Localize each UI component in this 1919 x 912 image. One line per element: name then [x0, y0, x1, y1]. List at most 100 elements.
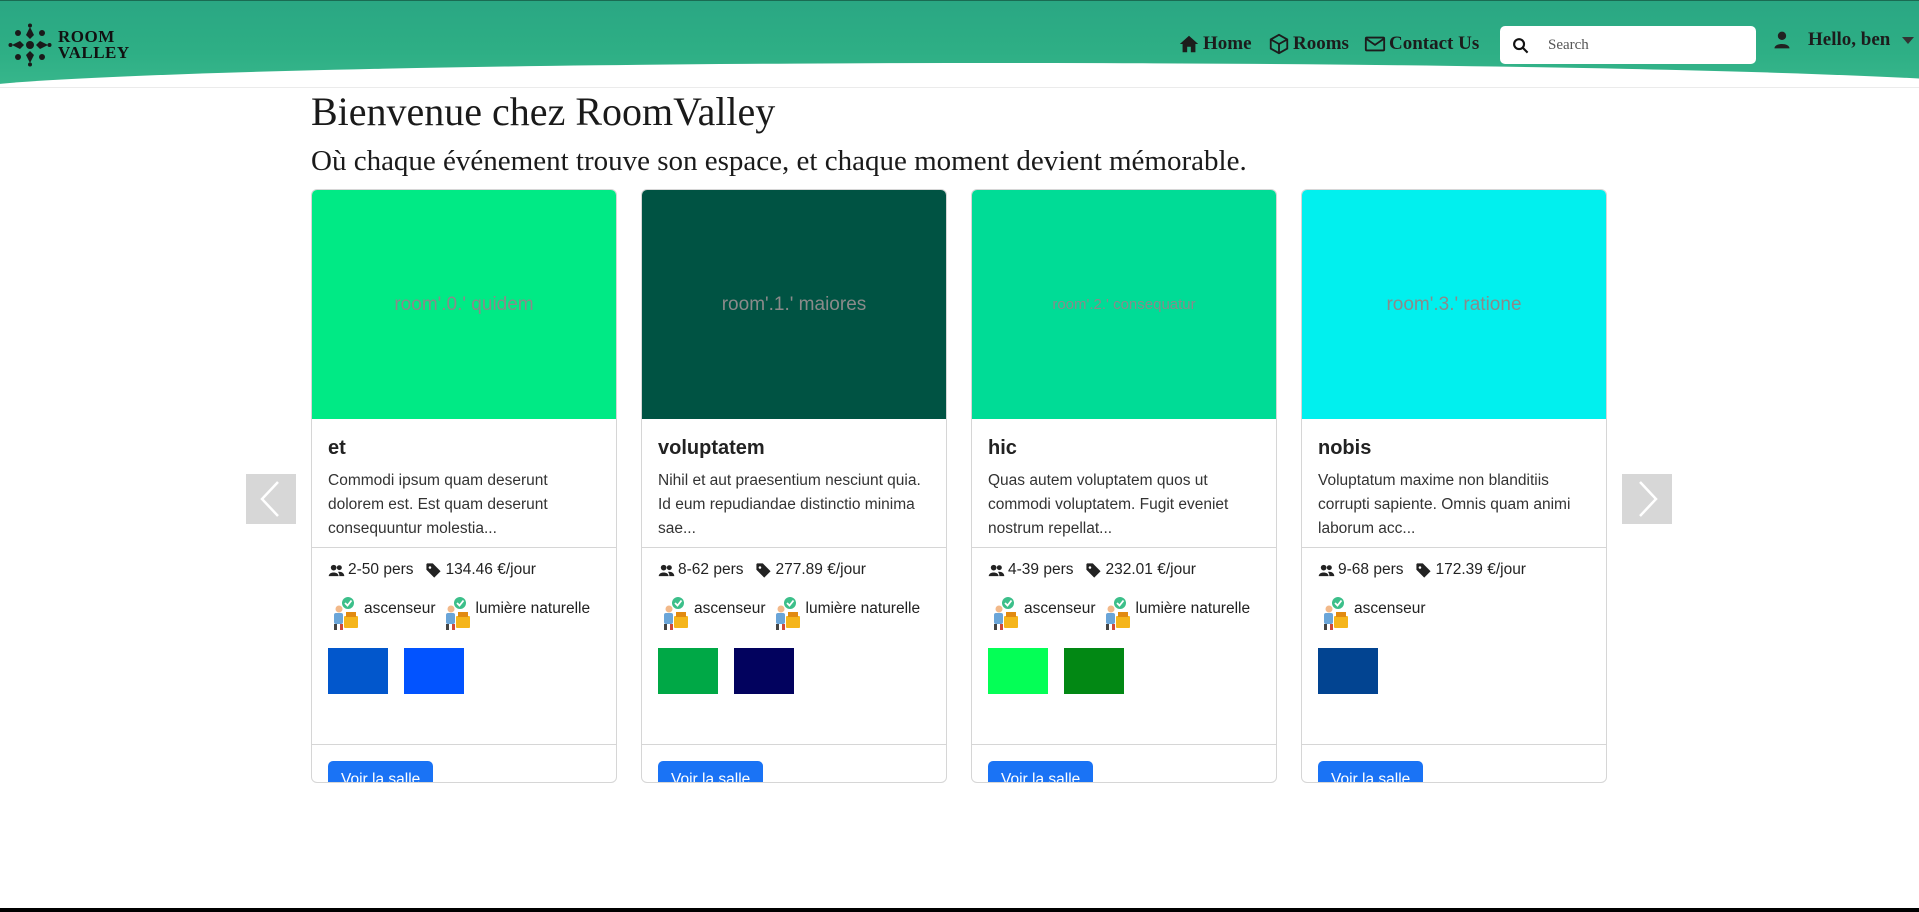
- room-title: nobis: [1318, 437, 1372, 459]
- logo-line-2: VALLEY: [58, 43, 130, 62]
- room-info: 2-50 pers 134.46 €/jour: [328, 560, 600, 580]
- card-footer: Voir la salle: [312, 744, 616, 782]
- thumbnail-gallery: [1318, 648, 1590, 694]
- amenity-item: lumière naturelle: [770, 596, 921, 632]
- room-title: et: [328, 437, 346, 459]
- card-divider: [1302, 547, 1606, 548]
- room-image-placeholder-text: room'.0.' quidem: [394, 293, 534, 315]
- room-thumbnail[interactable]: [1318, 648, 1378, 694]
- room-title: voluptatem: [658, 437, 765, 459]
- amenity-icon: [334, 597, 358, 630]
- logo-text: ROOM VALLEY: [58, 28, 130, 62]
- room-thumbnail[interactable]: [328, 648, 388, 694]
- carousel-next-button[interactable]: [1622, 474, 1672, 524]
- navbar: ROOM VALLEY Home Rooms Contact Us Hello,…: [0, 0, 1919, 88]
- room-price: 232.01 €/jour: [1105, 561, 1196, 578]
- nav-link-rooms-label: Rooms: [1293, 33, 1349, 54]
- amenity-label: lumière naturelle: [1135, 600, 1251, 617]
- view-room-button[interactable]: Voir la salle: [658, 761, 764, 782]
- room-capacity: 4-39 pers: [1008, 561, 1074, 578]
- room-image[interactable]: room'.3.' ratione: [1302, 190, 1606, 419]
- price-tag-icon: [1086, 562, 1102, 578]
- thumbnail-gallery: [328, 648, 600, 694]
- view-room-button[interactable]: Voir la salle: [328, 761, 434, 782]
- room-description: Commodi ipsum quam deserunt dolorem est.…: [328, 472, 548, 537]
- room-price: 277.89 €/jour: [775, 561, 866, 578]
- room-card: room'.0.' quidem et Commodi ipsum quam d…: [311, 189, 617, 783]
- navbar-shadow: [0, 87, 1919, 88]
- users-icon: [658, 564, 675, 576]
- users-icon: [328, 564, 345, 576]
- room-image[interactable]: room'.0.' quidem: [312, 190, 616, 419]
- amenity-icon: [1105, 597, 1130, 630]
- card-body: et Commodi ipsum quam deserunt dolorem e…: [312, 419, 616, 744]
- price-tag-icon: [756, 562, 772, 578]
- card-body: hic Quas autem voluptatem quos ut commod…: [972, 419, 1276, 744]
- card-body: voluptatem Nihil et aut praesentium nesc…: [642, 419, 946, 744]
- users-icon: [1318, 564, 1335, 576]
- room-capacity: 9-68 pers: [1338, 561, 1404, 578]
- room-title: hic: [988, 437, 1017, 459]
- user-menu-dropdown[interactable]: Hello, ben: [1772, 29, 1915, 51]
- amenity-icon: [445, 597, 470, 630]
- room-image[interactable]: room'.2.' consequatur: [972, 190, 1276, 419]
- room-description: Quas autem voluptatem quos ut commodi vo…: [988, 472, 1229, 537]
- room-info: 8-62 pers 277.89 €/jour: [658, 560, 930, 580]
- page-title: Bienvenue chez RoomValley: [311, 89, 776, 134]
- amenity-icon: [775, 597, 800, 630]
- room-capacity: 2-50 pers: [348, 561, 414, 578]
- price-tag-icon: [426, 562, 442, 578]
- room-image-placeholder-text: room'.3.' ratione: [1386, 293, 1522, 315]
- card-footer: Voir la salle: [972, 744, 1276, 782]
- nav-link-home-label: Home: [1203, 33, 1252, 54]
- amenity-icon: [994, 597, 1018, 630]
- amenity-label: lumière naturelle: [805, 600, 921, 617]
- room-thumbnail[interactable]: [734, 648, 794, 694]
- card-body: nobis Voluptatum maxime non blanditiis c…: [1302, 419, 1606, 744]
- logo-icon: [8, 23, 52, 67]
- users-icon: [988, 564, 1005, 576]
- amenities-list: ascenseur lumière naturelle: [988, 596, 1260, 636]
- amenity-label: ascenseur: [694, 600, 766, 617]
- search-input[interactable]: [1548, 36, 1738, 54]
- nav-link-contact-label: Contact Us: [1389, 33, 1480, 54]
- amenity-item: lumière naturelle: [1100, 596, 1251, 632]
- card-divider: [642, 547, 946, 548]
- search-box[interactable]: [1500, 26, 1756, 64]
- room-info: 9-68 pers 172.39 €/jour: [1318, 560, 1590, 580]
- room-price: 134.46 €/jour: [445, 561, 536, 578]
- navbar-wave-decoration: [0, 63, 1919, 88]
- room-thumbnail[interactable]: [1064, 648, 1124, 694]
- room-card: room'.2.' consequatur hic Quas autem vol…: [971, 189, 1277, 783]
- room-thumbnail[interactable]: [404, 648, 464, 694]
- nav-link-rooms[interactable]: Rooms: [1268, 33, 1349, 55]
- cube-icon: [1269, 33, 1289, 55]
- amenity-item: ascenseur: [1318, 596, 1426, 632]
- home-icon: [1179, 35, 1199, 53]
- card-divider: [972, 547, 1276, 548]
- nav-link-home[interactable]: Home: [1178, 33, 1252, 55]
- amenity-label: ascenseur: [1024, 600, 1096, 617]
- room-image[interactable]: room'.1.' maiores: [642, 190, 946, 419]
- view-room-button[interactable]: Voir la salle: [988, 761, 1094, 782]
- room-thumbnail[interactable]: [658, 648, 718, 694]
- amenity-item: lumière naturelle: [440, 596, 591, 632]
- bottom-border: [0, 908, 1919, 912]
- envelope-icon: [1364, 36, 1386, 52]
- nav-link-contact[interactable]: Contact Us: [1364, 33, 1479, 55]
- room-capacity: 8-62 pers: [678, 561, 744, 578]
- amenity-icon: [1324, 597, 1348, 630]
- logo[interactable]: ROOM VALLEY: [8, 23, 130, 67]
- amenity-label: lumière naturelle: [475, 600, 591, 617]
- amenities-list: ascenseur lumière naturelle: [328, 596, 600, 636]
- carousel-prev-button[interactable]: [246, 474, 296, 524]
- view-room-button[interactable]: Voir la salle: [1318, 761, 1424, 782]
- user-icon: [1774, 31, 1790, 49]
- amenity-item: ascenseur: [328, 596, 436, 632]
- room-info: 4-39 pers 232.01 €/jour: [988, 560, 1260, 580]
- price-tag-icon: [1416, 562, 1432, 578]
- search-icon: [1513, 37, 1529, 53]
- chevron-down-icon: [1902, 36, 1915, 44]
- room-thumbnail[interactable]: [988, 648, 1048, 694]
- amenity-item: ascenseur: [988, 596, 1096, 632]
